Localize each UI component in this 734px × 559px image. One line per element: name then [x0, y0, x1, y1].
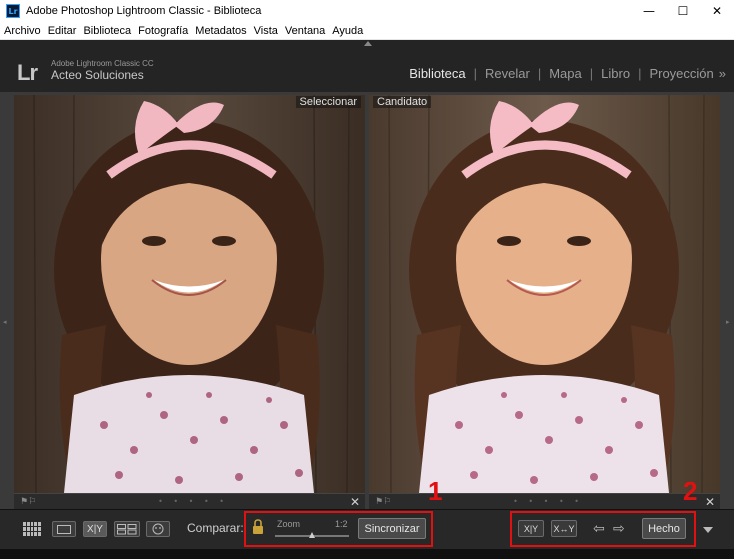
annotation-number-2: 2 — [683, 476, 698, 506]
arrow-right-icon[interactable]: ⇨ — [613, 521, 625, 537]
menu-ayuda[interactable]: Ayuda — [332, 25, 363, 37]
people-icon[interactable] — [146, 521, 170, 537]
module-separator: | — [473, 66, 478, 81]
module-biblioteca[interactable]: Biblioteca — [409, 66, 465, 81]
dropdown-icon[interactable] — [703, 527, 713, 533]
minimize-button[interactable]: — — [632, 0, 666, 22]
lr-logo: Lr — [17, 60, 38, 85]
title-bar: Lr Adobe Photoshop Lightroom Classic - B… — [0, 0, 734, 22]
flag-icon[interactable]: ⚑⚐ — [20, 497, 36, 507]
lightroom-app-icon: Lr — [6, 4, 20, 18]
module-revelar[interactable]: Revelar — [485, 66, 530, 81]
close-button[interactable]: ✕ — [700, 0, 734, 22]
compare-xy-label: X|Y — [87, 523, 103, 535]
sync-button[interactable]: Sincronizar — [358, 518, 426, 539]
module-separator: | — [589, 66, 594, 81]
window-title: Adobe Photoshop Lightroom Classic - Bibl… — [26, 5, 262, 17]
annotation-number-1: 1 — [428, 476, 443, 506]
right-panel-handle-icon[interactable]: ▸ — [726, 318, 730, 326]
identity-org: Acteo Soluciones — [51, 68, 144, 82]
menu-editar[interactable]: Editar — [48, 25, 77, 37]
select-photo — [14, 95, 365, 493]
module-separator: | — [638, 66, 642, 81]
close-select-icon[interactable]: ✕ — [350, 495, 360, 509]
zoom-slider[interactable] — [275, 532, 349, 538]
compare-icon[interactable]: X|Y — [83, 521, 107, 537]
swap-icon[interactable]: X|Y — [518, 520, 544, 537]
menu-metadatos[interactable]: Metadatos — [195, 25, 246, 37]
lock-icon[interactable] — [252, 519, 264, 535]
candidate-photo — [369, 95, 720, 493]
module-proyeccion[interactable]: Proyección — [649, 66, 713, 81]
zoom-ratio: 1:2 — [335, 519, 348, 529]
more-modules-icon[interactable]: » — [719, 66, 726, 81]
collapse-top-panel-icon[interactable] — [364, 41, 372, 46]
menu-ventana[interactable]: Ventana — [285, 25, 325, 37]
menu-biblioteca[interactable]: Biblioteca — [83, 25, 131, 37]
arrow-left-icon[interactable]: ⇦ — [593, 521, 605, 537]
menu-archivo[interactable]: Archivo — [4, 25, 41, 37]
module-libro[interactable]: Libro — [601, 66, 630, 81]
module-mapa[interactable]: Mapa — [549, 66, 582, 81]
compare-label: Comparar: — [187, 521, 244, 535]
close-candidate-icon[interactable]: ✕ — [705, 495, 715, 509]
select-photo-panel[interactable]: Seleccionar — [14, 95, 365, 493]
left-panel-handle-icon[interactable]: ◂ — [3, 318, 7, 326]
menu-bar: Archivo Editar Biblioteca Fotografía Met… — [0, 22, 734, 40]
candidate-info-bar: ⚑⚐ • • • • • ✕ — [369, 493, 720, 509]
select-info-bar: ⚑⚐ • • • • • ✕ — [14, 493, 365, 509]
candidate-label: Candidato — [373, 96, 432, 108]
flag-icon[interactable]: ⚑⚐ — [375, 497, 391, 507]
window-controls: — ☐ ✕ — [632, 0, 734, 22]
grid-icon[interactable] — [21, 520, 43, 538]
identity-product: Adobe Lightroom Classic CC — [51, 59, 154, 68]
select-label: Seleccionar — [295, 96, 361, 108]
make-select-icon[interactable]: X↔Y — [551, 520, 577, 537]
menu-fotografia[interactable]: Fotografía — [138, 25, 188, 37]
menu-vista[interactable]: Vista — [254, 25, 278, 37]
module-picker: Biblioteca | Revelar | Mapa | Libro | Pr… — [409, 66, 726, 81]
done-button[interactable]: Hecho — [642, 518, 686, 539]
rating-dots[interactable]: • • • • • — [36, 497, 350, 506]
zoom-label: Zoom — [277, 519, 301, 529]
zoom-slider-thumb[interactable] — [309, 532, 315, 538]
module-separator: | — [537, 66, 542, 81]
candidate-photo-panel[interactable]: Candidato — [369, 95, 720, 493]
survey-icon[interactable] — [114, 521, 140, 537]
maximize-button[interactable]: ☐ — [666, 0, 700, 22]
filmstrip-edge — [0, 549, 734, 559]
loupe-icon[interactable] — [52, 521, 76, 537]
